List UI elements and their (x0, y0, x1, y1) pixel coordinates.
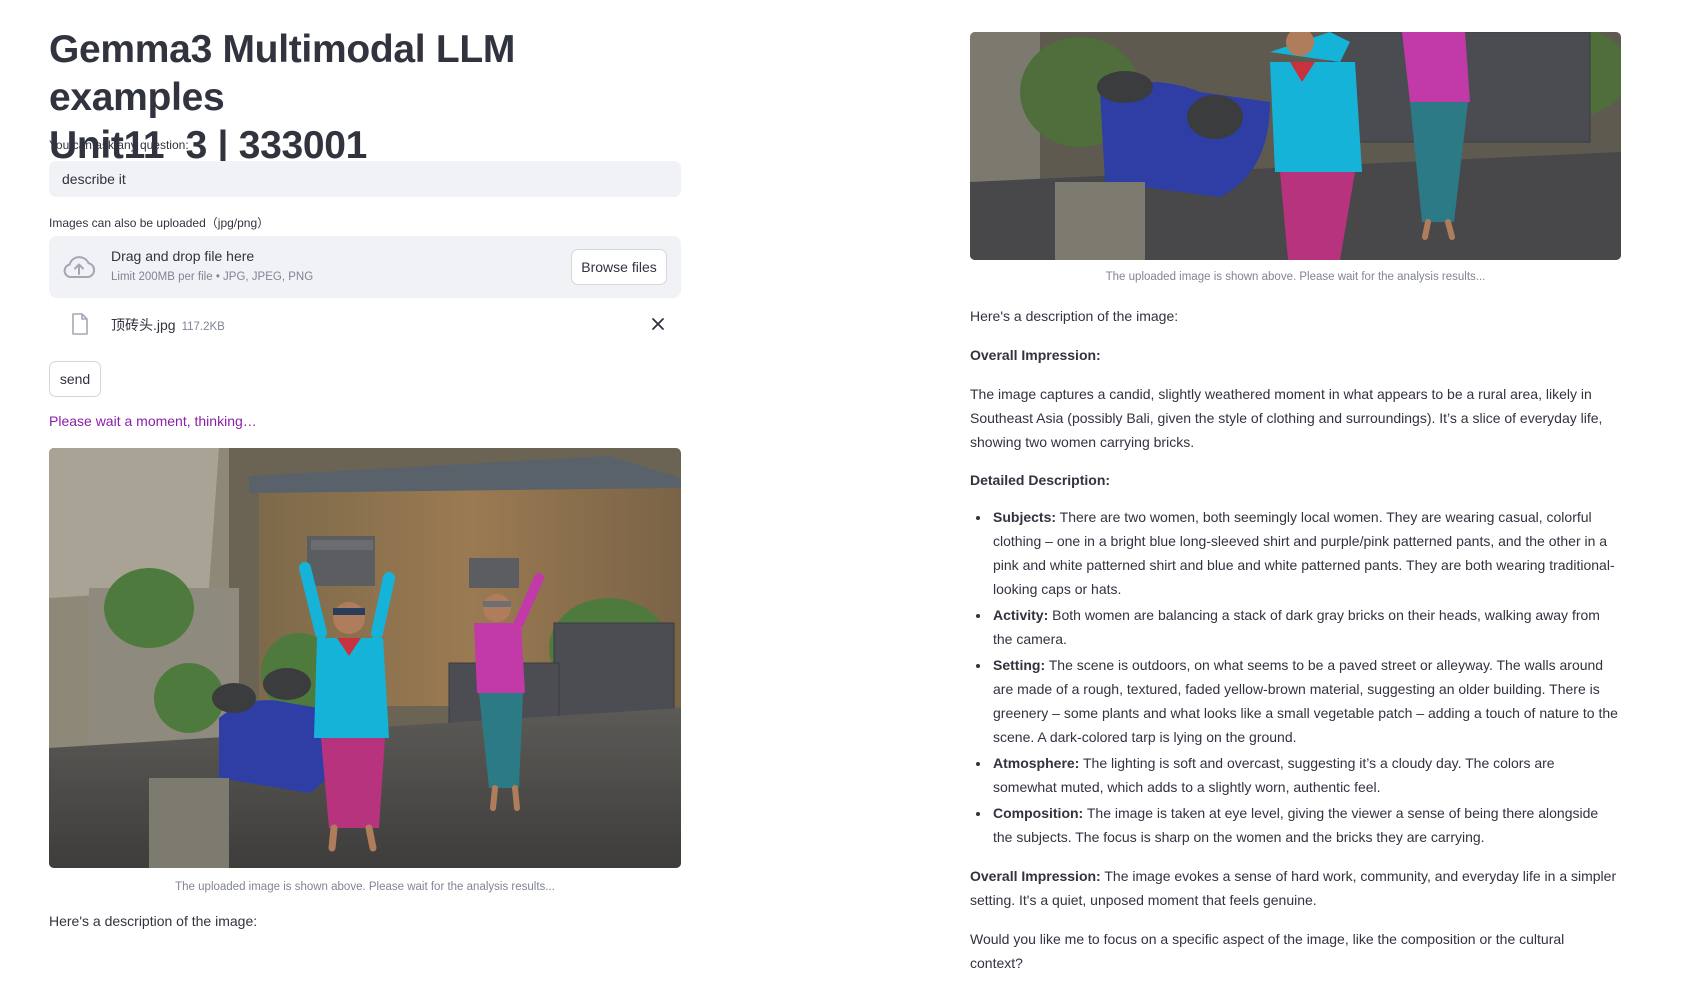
file-dropzone[interactable]: Drag and drop file here Limit 200MB per … (49, 236, 681, 298)
closing-term: Overall Impression: (970, 868, 1101, 884)
bullet-term: Subjects: (993, 509, 1057, 525)
list-item: Activity: Both women are balancing a sta… (991, 603, 1621, 651)
upload-label: Images can also be uploaded（jpg/png） (49, 216, 270, 230)
overall-heading: Overall Impression: (970, 343, 1621, 367)
dropzone-limit: Limit 200MB per file • JPG, JPEG, PNG (111, 271, 314, 283)
status-text: Please wait a moment, thinking… (49, 413, 257, 429)
bullet-text: The image is taken at eye level, giving … (993, 805, 1599, 845)
result-intro: Here's a description of the image: (49, 913, 258, 929)
question-label: You can ask any question: (49, 138, 189, 152)
close-icon[interactable] (648, 314, 668, 334)
send-button[interactable]: send (49, 361, 101, 397)
uploaded-image-preview (970, 32, 1621, 260)
list-item: Subjects: There are two women, both seem… (991, 505, 1621, 601)
cloud-upload-icon (63, 256, 96, 278)
bullet-term: Atmosphere: (993, 755, 1080, 771)
uploaded-image (49, 448, 681, 868)
description-list: Subjects: There are two women, both seem… (970, 505, 1621, 851)
bullet-term: Activity: (993, 607, 1049, 623)
bullet-term: Setting: (993, 657, 1046, 673)
uploaded-file-row: 顶砖头.jpg 117.2KB (49, 308, 681, 342)
list-item: Composition: The image is taken at eye l… (991, 801, 1621, 849)
photo-women-carrying-bricks (49, 448, 681, 868)
bullet-text: There are two women, both seemingly loca… (993, 509, 1615, 597)
detailed-heading-text: Detailed Description: (970, 472, 1111, 488)
bullet-term: Composition: (993, 805, 1084, 821)
bullet-text: The scene is outdoors, on what seems to … (993, 657, 1618, 745)
file-icon (72, 313, 88, 335)
photo-women-carrying-bricks-crop (970, 32, 1621, 260)
uploaded-file-name: 顶砖头.jpg 117.2KB (111, 315, 225, 335)
browse-files-button[interactable]: Browse files (571, 249, 667, 285)
followup-question: Would you like me to focus on a specific… (970, 931, 1565, 971)
image-caption: The uploaded image is shown above. Pleas… (175, 881, 555, 893)
overall-paragraph: The image captures a candid, slightly we… (970, 386, 1603, 450)
dropzone-title: Drag and drop file here (111, 248, 255, 264)
result-intro-right: Here's a description of the image: (970, 308, 1179, 324)
detailed-heading: Detailed Description: (970, 468, 1621, 492)
file-size: 117.2KB (181, 321, 225, 333)
closing-paragraph: Overall Impression: The image evokes a s… (970, 864, 1621, 912)
list-item: Atmosphere: The lighting is soft and ove… (991, 751, 1621, 799)
bullet-text: Both women are balancing a stack of dark… (993, 607, 1600, 647)
question-input[interactable] (49, 161, 681, 197)
title-line-1: Gemma3 Multimodal LLM examples (49, 28, 516, 119)
list-item: Setting: The scene is outdoors, on what … (991, 653, 1621, 749)
overall-heading-text: Overall Impression: (970, 347, 1101, 363)
image-caption-right: The uploaded image is shown above. Pleas… (1105, 271, 1486, 283)
file-name-text: 顶砖头.jpg (111, 317, 176, 333)
